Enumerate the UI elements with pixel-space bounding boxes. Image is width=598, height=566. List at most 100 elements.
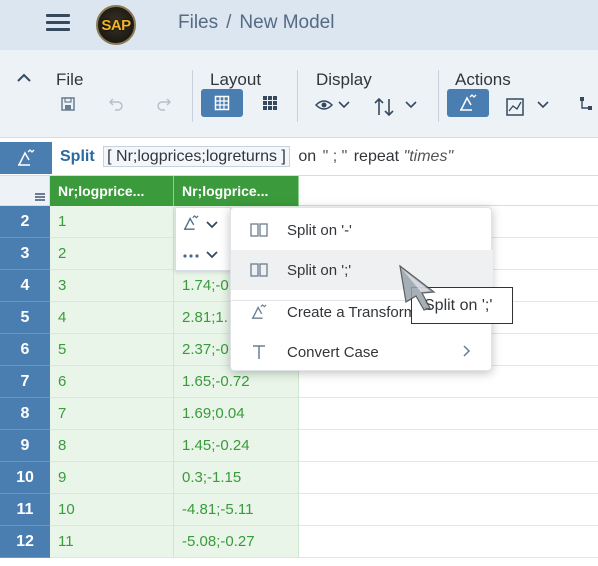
shell-bar: SAP Files / New Model [0, 0, 598, 50]
table-cell[interactable]: 1.69;0.04 [174, 398, 299, 430]
overflow-icon [182, 246, 200, 264]
table-cell[interactable]: 5 [50, 334, 174, 366]
table-row: 8 7 1.69;0.04 [0, 398, 598, 430]
row-number[interactable]: 9 [0, 430, 50, 462]
eye-icon[interactable] [314, 95, 334, 115]
card-layout-icon[interactable] [259, 93, 281, 113]
row-number[interactable]: 3 [0, 238, 50, 270]
column-header[interactable]: Nr;logprice... [174, 176, 299, 206]
chevron-down-icon[interactable] [337, 98, 351, 112]
breadcrumb-files[interactable]: Files [178, 12, 218, 34]
empty-cell [299, 462, 598, 494]
chevron-down-icon[interactable] [404, 98, 418, 112]
chevron-down-icon [206, 246, 218, 264]
breadcrumb: Files / New Model [178, 12, 334, 34]
chevron-down-icon [206, 216, 218, 234]
grid-corner[interactable] [0, 176, 50, 206]
toolbar-divider [297, 70, 298, 122]
transform-icon[interactable] [0, 142, 52, 174]
toolbar-divider [438, 70, 439, 122]
table-cell[interactable]: 1.45;-0.24 [174, 430, 299, 462]
empty-cell [299, 494, 598, 526]
transform-icon [249, 302, 269, 322]
table-cell[interactable]: 9 [50, 462, 174, 494]
table-layout-icon[interactable] [201, 89, 243, 117]
column-header[interactable]: Nr;logprice... [50, 176, 174, 206]
formula-bar: Split [ Nr;logprices;logreturns ] on " ;… [0, 140, 598, 176]
breadcrumb-separator: / [226, 12, 232, 33]
formula-on: on [298, 148, 317, 165]
row-number[interactable]: 5 [0, 302, 50, 334]
transform-icon [182, 214, 200, 236]
redo-icon[interactable] [154, 94, 174, 114]
formula-times[interactable]: "times" [404, 148, 454, 165]
formula-expression[interactable]: Split [ Nr;logprices;logreturns ] on " ;… [60, 146, 454, 167]
toolbar: File Layout Display Actions [0, 50, 598, 138]
table-cell[interactable]: 1 [50, 206, 174, 238]
row-number[interactable]: 7 [0, 366, 50, 398]
table-cell[interactable]: 11 [50, 526, 174, 558]
column-quick-actions [175, 207, 231, 271]
mouse-cursor-icon [394, 262, 444, 312]
table-cell[interactable]: 0.3;-1.15 [174, 462, 299, 494]
toolbar-group-file: File [56, 70, 84, 89]
row-menu-icon[interactable] [35, 193, 45, 201]
split-column-icon [249, 220, 269, 240]
empty-cell [299, 398, 598, 430]
formula-column-token[interactable]: [ Nr;logprices;logreturns ] [103, 146, 290, 167]
menu-item-split-dash[interactable]: Split on '-' [231, 210, 493, 250]
table-row: 12 11 -5.08;-0.27 [0, 526, 598, 558]
table-cell[interactable]: 2 [50, 238, 174, 270]
table-cell[interactable]: 4 [50, 302, 174, 334]
menu-item-label: Split on '-' [287, 221, 352, 239]
row-number[interactable]: 11 [0, 494, 50, 526]
toolbar-divider [192, 70, 193, 122]
chevron-up-icon[interactable] [16, 70, 36, 90]
table-row: 10 9 0.3;-1.15 [0, 462, 598, 494]
menu-item-label: Split on ';' [287, 261, 352, 279]
menu-item-split-semicolon[interactable]: Split on ';' [231, 250, 493, 290]
table-row: 9 8 1.45;-0.24 [0, 430, 598, 462]
toolbar-group-layout: Layout [210, 70, 262, 89]
geo-map-icon[interactable] [504, 96, 526, 118]
logo-text: SAP [101, 16, 131, 34]
table-row: 11 10 -4.81;-5.11 [0, 494, 598, 526]
chevron-right-icon [463, 344, 471, 360]
chevron-down-icon[interactable] [536, 98, 550, 112]
row-number[interactable]: 6 [0, 334, 50, 366]
formula-repeat: repeat [353, 148, 400, 165]
menu-item-label: Convert Case [287, 343, 379, 361]
table-cell[interactable]: 10 [50, 494, 174, 526]
menu-item-convert-case[interactable]: Convert Case [231, 332, 493, 372]
table-cell[interactable]: 8 [50, 430, 174, 462]
hierarchy-icon[interactable] [578, 94, 598, 114]
more-actions-button[interactable] [182, 242, 228, 268]
save-icon[interactable] [58, 94, 78, 114]
split-column-icon [249, 260, 269, 280]
table-cell[interactable]: 3 [50, 270, 174, 302]
row-number[interactable]: 10 [0, 462, 50, 494]
empty-cell [299, 430, 598, 462]
row-number[interactable]: 4 [0, 270, 50, 302]
table-cell[interactable]: 6 [50, 366, 174, 398]
row-number[interactable]: 2 [0, 206, 50, 238]
empty-cell [299, 526, 598, 558]
empty-header-area [299, 176, 598, 206]
breadcrumb-current: New Model [239, 12, 335, 33]
row-number[interactable]: 12 [0, 526, 50, 558]
undo-icon[interactable] [106, 94, 126, 114]
sort-icon[interactable] [372, 95, 396, 119]
formula-delimiter[interactable]: " ; " [323, 148, 348, 165]
sap-logo: SAP [96, 5, 136, 45]
row-number[interactable]: 8 [0, 398, 50, 430]
text-case-icon [249, 342, 269, 362]
table-cell[interactable]: 7 [50, 398, 174, 430]
toolbar-group-display: Display [316, 70, 372, 89]
toolbar-group-actions: Actions [455, 70, 511, 89]
quick-transform-button[interactable] [182, 212, 228, 238]
transform-icon[interactable] [447, 89, 489, 117]
table-cell[interactable]: -5.08;-0.27 [174, 526, 299, 558]
table-cell[interactable]: -4.81;-5.11 [174, 494, 299, 526]
formula-keyword: Split [60, 148, 95, 165]
menu-icon[interactable] [46, 12, 70, 34]
